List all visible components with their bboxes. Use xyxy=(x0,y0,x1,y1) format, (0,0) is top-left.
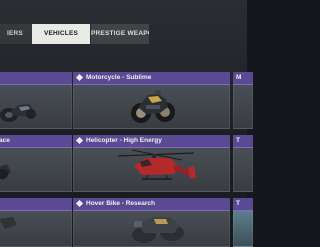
card-image-area xyxy=(233,85,253,129)
vehicle-card-left-1[interactable] xyxy=(0,72,72,129)
card-header: ace xyxy=(0,135,72,148)
card-title: ace xyxy=(0,137,10,144)
rarity-badge-icon xyxy=(75,199,84,208)
motorcycle-dark-icon xyxy=(0,104,36,122)
vehicle-card-motorcycle-sublime[interactable]: Motorcycle - Sublime xyxy=(73,72,230,129)
vehicle-card-left-3[interactable] xyxy=(0,198,72,247)
rarity-badge-icon xyxy=(75,73,84,82)
card-title: T xyxy=(236,200,240,207)
card-image-area xyxy=(0,211,72,247)
card-header: Helicopter - High Energy xyxy=(73,135,230,148)
card-image-area xyxy=(233,148,253,192)
card-title: Helicopter - High Energy xyxy=(86,137,162,144)
card-image-area xyxy=(73,85,230,129)
card-header: T xyxy=(233,198,253,211)
tab-prestige-weapon[interactable]: PRESTIGE WEAPON xyxy=(91,24,149,44)
vehicle-partial-icon xyxy=(0,217,17,229)
hover-bike-icon xyxy=(132,217,184,243)
card-title: Hover Bike - Research xyxy=(86,200,156,207)
vehicle-card-right-3[interactable]: T xyxy=(233,198,253,247)
card-image-area xyxy=(233,211,253,247)
helicopter-icon xyxy=(117,149,196,180)
tab-vehicles[interactable]: VEHICLES xyxy=(32,24,90,44)
card-header: Motorcycle - Sublime xyxy=(73,72,230,85)
card-image-area xyxy=(0,85,72,129)
category-tab-bar: IERS VEHICLES PRESTIGE WEAPON xyxy=(0,24,247,44)
vehicle-card-helicopter-high-energy[interactable]: Helicopter - High Energy xyxy=(73,135,230,192)
card-title: T xyxy=(236,137,240,144)
tab-soldiers[interactable]: IERS xyxy=(0,24,32,44)
vehicle-card-right-2[interactable]: T xyxy=(233,135,253,192)
card-header: M xyxy=(233,72,253,85)
vehicle-card-hover-bike-research[interactable]: Hover Bike - Research xyxy=(73,198,230,247)
vehicle-partial-icon xyxy=(0,164,11,180)
card-title: Motorcycle - Sublime xyxy=(86,74,152,81)
card-image-area xyxy=(0,148,72,192)
card-title: M xyxy=(236,74,242,81)
vehicle-card-left-2[interactable]: ace xyxy=(0,135,72,192)
card-image-area xyxy=(73,211,230,247)
card-header xyxy=(0,198,72,211)
card-header: Hover Bike - Research xyxy=(73,198,230,211)
card-header xyxy=(0,72,72,85)
card-image-area xyxy=(73,148,230,192)
motorcycle-icon xyxy=(131,90,175,123)
vehicle-card-right-1[interactable]: M xyxy=(233,72,253,129)
card-header: T xyxy=(233,135,253,148)
rarity-badge-icon xyxy=(75,136,84,145)
